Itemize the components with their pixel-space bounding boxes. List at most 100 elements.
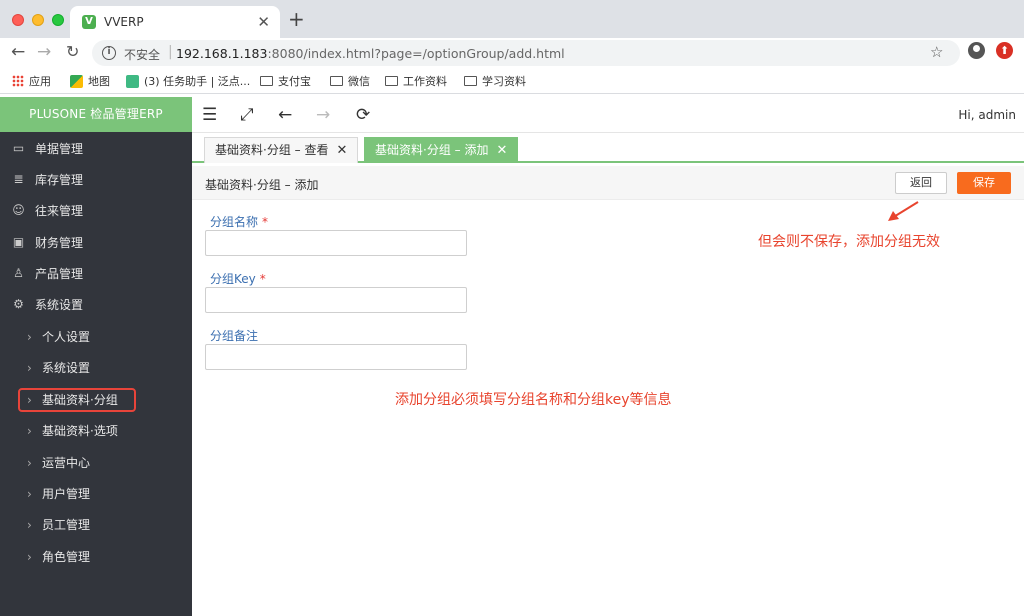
fullscreen-icon[interactable]: ⤢ — [240, 105, 254, 125]
insecure-label: 不安全 — [124, 48, 161, 62]
folder-icon — [385, 76, 398, 86]
bookmark-study[interactable]: 学习资料 — [464, 73, 526, 89]
submenu-label: 基础资料·选项 — [42, 424, 118, 438]
address-bar[interactable]: i 不安全 | 192.168.1.183:8080/index.html?pa… — [92, 40, 960, 66]
bookmark-label: 地图 — [88, 75, 110, 88]
browser-titlebar: V VVERP ✕ + — [0, 0, 1024, 38]
chevron-right-icon: › — [27, 361, 32, 375]
bookmark-alipay[interactable]: 支付宝 — [260, 73, 311, 89]
submenu-roles[interactable]: › 角色管理 — [0, 543, 192, 571]
close-tab-icon[interactable]: ✕ — [257, 13, 270, 31]
submenu-basic-options[interactable]: › 基础资料·选项 — [0, 417, 192, 445]
database-icon: ≣ — [13, 172, 24, 186]
group-name-input[interactable] — [205, 230, 467, 256]
folder-icon — [464, 76, 477, 86]
bookmark-label: 微信 — [348, 75, 370, 88]
folder-icon — [260, 76, 273, 86]
user-icon: ☺ — [12, 203, 25, 217]
close-icon[interactable]: ✕ — [336, 143, 347, 158]
sidebar-item-label: 库存管理 — [35, 173, 84, 187]
sidebar-item-documents[interactable]: ▭ 单据管理 — [0, 135, 192, 163]
label-text: 分组备注 — [210, 329, 259, 343]
bookmark-apps[interactable]: 应用 — [12, 73, 51, 89]
bookmark-wechat[interactable]: 微信 — [330, 73, 370, 89]
sidebar-item-label: 财务管理 — [35, 236, 84, 250]
maps-icon — [70, 74, 83, 88]
bookmark-label: 支付宝 — [278, 75, 311, 88]
chevron-right-icon: › — [27, 518, 32, 532]
annotation-note-middle: 添加分组必须填写分组名称和分组key等信息 — [395, 392, 672, 408]
refresh-icon[interactable]: ⟳ — [356, 105, 370, 125]
maximize-window-button[interactable] — [52, 14, 64, 26]
task-icon — [126, 74, 139, 88]
chevron-right-icon: › — [27, 456, 32, 470]
back-arrow-icon[interactable]: ← — [11, 42, 25, 62]
group-key-label: 分组Key * — [210, 270, 266, 287]
bookmark-task[interactable]: (3) 任务助手 | 泛点... — [126, 73, 250, 89]
extension-icon[interactable]: ⬆ — [996, 42, 1013, 59]
monitor-icon: ▭ — [12, 141, 25, 155]
submenu-label: 基础资料·分组 — [42, 393, 118, 407]
chevron-right-icon: › — [27, 550, 32, 564]
submenu-label: 角色管理 — [42, 550, 91, 564]
group-name-label: 分组名称 * — [210, 213, 268, 230]
url-path: :8080/index.html?page=/optionGroup/add.h… — [267, 46, 565, 61]
gear-icon: ⚙ — [13, 297, 24, 311]
submenu-label: 个人设置 — [42, 330, 91, 344]
annotation-note-top: 但会则不保存，添加分组无效 — [758, 234, 940, 250]
sidebar-item-contacts[interactable]: ☺ 往来管理 — [0, 197, 192, 225]
tab-group-view[interactable]: 基础资料·分组 – 查看 ✕ — [204, 137, 359, 163]
user-greeting[interactable]: Hi, admin — [958, 108, 1016, 122]
back-button[interactable]: 返回 — [895, 172, 947, 194]
forward-arrow-icon[interactable]: → — [37, 42, 51, 62]
sidebar: PLUSONE 检品管理ERP ▭ 单据管理 ≣ 库存管理 ☺ 往来管理 ▣ 财… — [0, 97, 192, 616]
chevron-right-icon: › — [27, 487, 32, 501]
submenu-label: 系统设置 — [42, 361, 91, 375]
browser-tab-title: VVERP — [104, 15, 144, 29]
group-key-input[interactable] — [205, 287, 467, 313]
new-tab-button[interactable]: + — [288, 9, 305, 29]
minimize-window-button[interactable] — [32, 14, 44, 26]
page-tabs: 基础资料·分组 – 查看 ✕ 基础资料·分组 – 添加 ✕ — [192, 133, 1024, 163]
save-button[interactable]: 保存 — [957, 172, 1011, 194]
group-remark-input[interactable] — [205, 344, 467, 370]
account-icon[interactable] — [968, 42, 985, 59]
sidebar-item-inventory[interactable]: ≣ 库存管理 — [0, 166, 192, 194]
forward-arrow-icon[interactable]: → — [316, 105, 330, 125]
bookmarks-bar: 应用 地图 (3) 任务助手 | 泛点... 支付宝 微信 工作资料 学习资料 — [0, 68, 1024, 94]
sidebar-item-system[interactable]: ⚙ 系统设置 — [0, 291, 192, 319]
url-text[interactable]: 192.168.1.183:8080/index.html?page=/opti… — [176, 46, 565, 61]
browser-tab[interactable]: V VVERP ✕ — [70, 6, 280, 38]
submenu-users[interactable]: › 用户管理 — [0, 480, 192, 508]
submenu-system-settings[interactable]: › 系统设置 — [0, 354, 192, 382]
menu-collapse-icon[interactable]: ☰ — [202, 105, 217, 125]
label-text: 分组名称 — [210, 215, 259, 229]
brand-title: PLUSONE 检品管理ERP — [0, 97, 192, 132]
reload-icon[interactable]: ↻ — [66, 42, 79, 62]
sidebar-item-finance[interactable]: ▣ 财务管理 — [0, 229, 192, 257]
submenu-operations[interactable]: › 运营中心 — [0, 449, 192, 477]
close-window-button[interactable] — [12, 14, 24, 26]
url-separator: | — [168, 44, 173, 60]
bookmark-label: 工作资料 — [403, 75, 447, 88]
submenu-basic-group[interactable]: › 基础资料·分组 — [0, 386, 192, 414]
bookmark-maps[interactable]: 地图 — [70, 73, 110, 89]
submenu-personal-settings[interactable]: › 个人设置 — [0, 323, 192, 351]
bookmark-work[interactable]: 工作资料 — [385, 73, 447, 89]
tab-group-add[interactable]: 基础资料·分组 – 添加 ✕ — [364, 137, 519, 163]
chevron-right-icon: › — [27, 330, 32, 344]
product-icon: ♙ — [13, 266, 24, 280]
info-icon[interactable]: i — [102, 46, 116, 60]
content-header: 基础资料·分组 – 添加 返回 保存 — [192, 166, 1024, 200]
url-host: 192.168.1.183 — [176, 46, 268, 61]
required-mark: * — [262, 215, 269, 229]
back-arrow-icon[interactable]: ← — [278, 105, 292, 125]
group-remark-label: 分组备注 — [210, 327, 258, 344]
sidebar-item-products[interactable]: ♙ 产品管理 — [0, 260, 192, 288]
submenu-label: 员工管理 — [42, 518, 91, 532]
tab-label: 基础资料·分组 – 查看 — [215, 143, 329, 157]
submenu-employees[interactable]: › 员工管理 — [0, 511, 192, 539]
submenu-label: 用户管理 — [42, 487, 91, 501]
bookmark-star-icon[interactable]: ☆ — [930, 43, 943, 61]
close-icon[interactable]: ✕ — [496, 143, 507, 158]
